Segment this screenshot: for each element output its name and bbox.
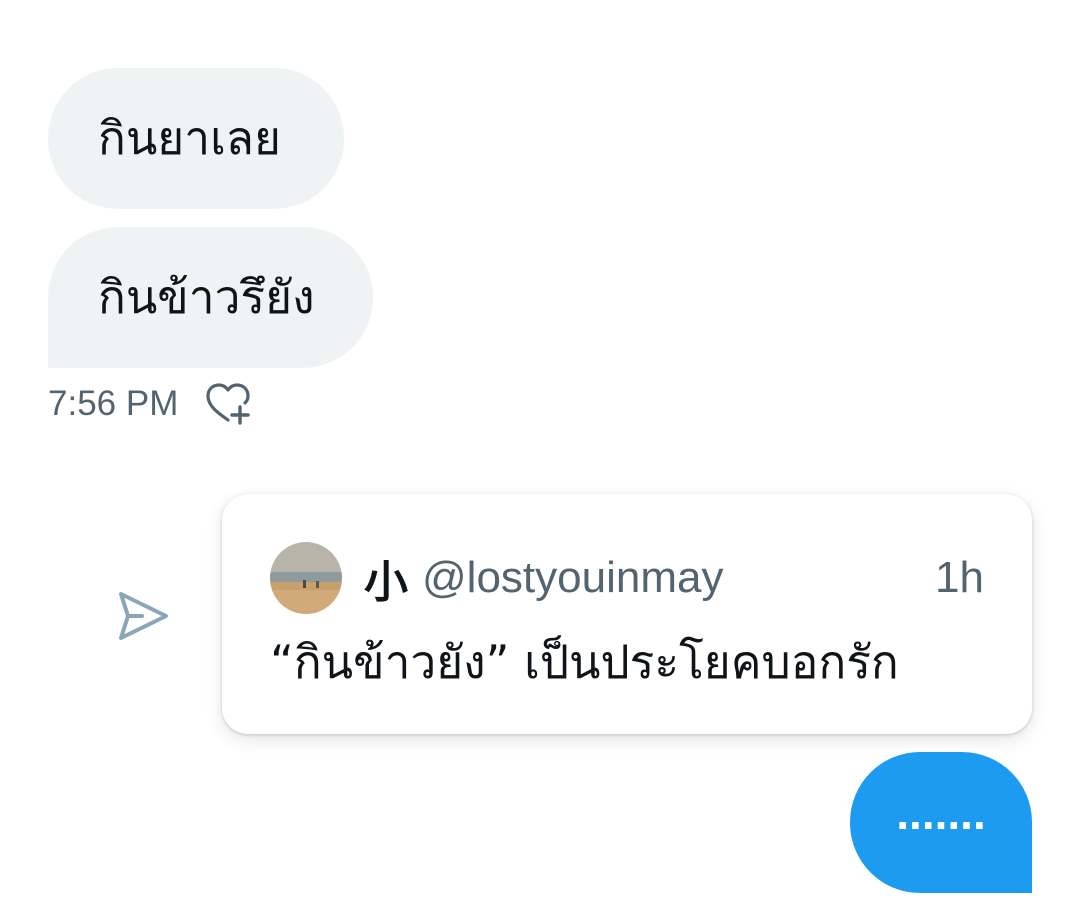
- send-arrow-icon[interactable]: [116, 589, 170, 643]
- message-timestamp: 7:56 PM: [48, 384, 179, 423]
- user-avatar[interactable]: [270, 542, 342, 614]
- shared-post-card[interactable]: 小 @lostyouinmay 1h “กินข้าวยัง” เป็นประโ…: [222, 494, 1032, 734]
- received-message-bubble[interactable]: กินยาเลย: [48, 68, 344, 209]
- beach-photo-avatar-icon: [270, 542, 342, 614]
- shared-post-header: 小 @lostyouinmay 1h: [270, 542, 984, 614]
- message-text: กินยาเลย: [98, 111, 281, 165]
- message-text: .......: [896, 786, 986, 839]
- user-handle: @lostyouinmay: [422, 553, 724, 602]
- message-meta: 7:56 PM: [48, 382, 252, 426]
- display-name: 小: [364, 557, 408, 608]
- received-message-bubble[interactable]: กินข้าวรึยัง: [48, 227, 373, 368]
- sent-message-bubble[interactable]: .......: [850, 752, 1032, 893]
- heart-plus-icon[interactable]: [204, 382, 252, 426]
- post-time: 1h: [935, 553, 984, 602]
- message-text: กินข้าวรึยัง: [98, 270, 315, 324]
- shared-post-text: “กินข้าวยัง” เป็นประโยคบอกรัก: [270, 635, 899, 689]
